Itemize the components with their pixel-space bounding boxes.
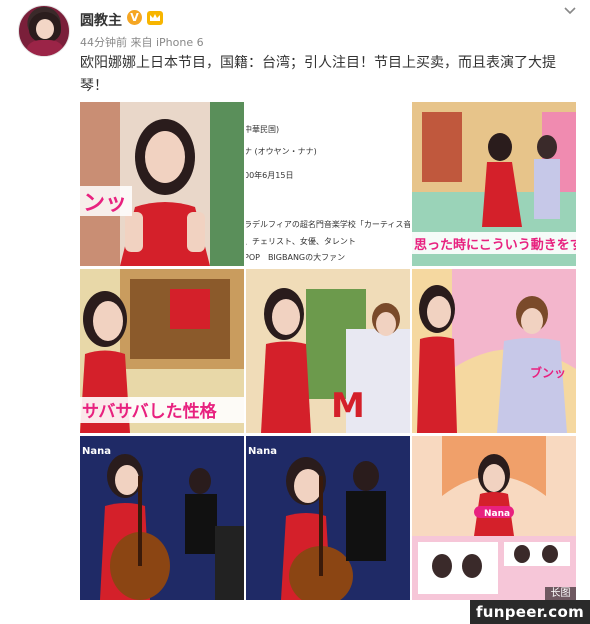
post-text: 欧阳娜娜上日本节目，国籍：台湾；引人注目！节目上买卖，而且表演了大提琴！ bbox=[80, 55, 556, 94]
author-name[interactable]: 圆教主 bbox=[80, 10, 122, 30]
photo-3[interactable]: 思った時にこういう動きをする bbox=[412, 102, 576, 266]
tile2-line-3: 00年6月15日 bbox=[246, 170, 293, 180]
tile2-line-2: ナ (オウヤン・ナナ) bbox=[246, 147, 317, 156]
chevron-down-icon[interactable] bbox=[560, 4, 580, 18]
tile3-caption: 思った時にこういう動きをする bbox=[414, 237, 576, 253]
tile9-label: Nana bbox=[484, 509, 510, 519]
photo-9[interactable]: Nana bbox=[412, 436, 576, 600]
photo-2[interactable]: 中華民国) ナ (オウヤン・ナナ) 00年6月15日 ラデルフィアの超名門音楽学… bbox=[246, 102, 410, 266]
tile5-sign: M bbox=[331, 386, 365, 426]
tile6-caption: ブンッ bbox=[530, 365, 566, 380]
avatar[interactable] bbox=[18, 5, 70, 57]
photo-8[interactable]: Nana bbox=[246, 436, 410, 600]
tile8-label: Nana bbox=[248, 446, 277, 457]
verified-badge-icon: V bbox=[127, 10, 142, 25]
tile2-line-5: 、チェリスト、女優、タレント bbox=[246, 236, 356, 246]
tile2-line-1: 中華民国) bbox=[246, 124, 279, 134]
tile2-line-4: ラデルフィアの超名門音楽学校「カーティス音楽 bbox=[246, 219, 410, 229]
long-image-badge: 长图 bbox=[545, 587, 576, 600]
photo-6[interactable]: ブンッ bbox=[412, 269, 576, 433]
tile2-line-6: POP BIGBANGの大ファン bbox=[246, 252, 345, 262]
post-meta: 44分钟前 来自 iPhone 6 bbox=[80, 36, 204, 49]
vip-crown-icon bbox=[147, 11, 163, 25]
tile1-caption: ンッ bbox=[83, 191, 127, 216]
tile7-label: Nana bbox=[82, 446, 111, 457]
photo-7[interactable]: Nana bbox=[80, 436, 244, 600]
photo-5[interactable]: M bbox=[246, 269, 410, 433]
weibo-post: 圆教主 V 44分钟前 来自 iPhone 6 欧阳娜娜上日本节目，国籍：台湾；… bbox=[0, 0, 590, 624]
photo-1[interactable]: ンッ bbox=[80, 102, 244, 266]
tile4-caption: サバサバした性格 bbox=[82, 401, 218, 422]
watermark: funpeer.com bbox=[470, 600, 590, 624]
image-grid: ンッ 中華民国) ナ (オウヤン・ナナ) 00年6月15日 ラデルフィアの超名門… bbox=[80, 102, 576, 600]
photo-4[interactable]: サバサバした性格 bbox=[80, 269, 244, 433]
